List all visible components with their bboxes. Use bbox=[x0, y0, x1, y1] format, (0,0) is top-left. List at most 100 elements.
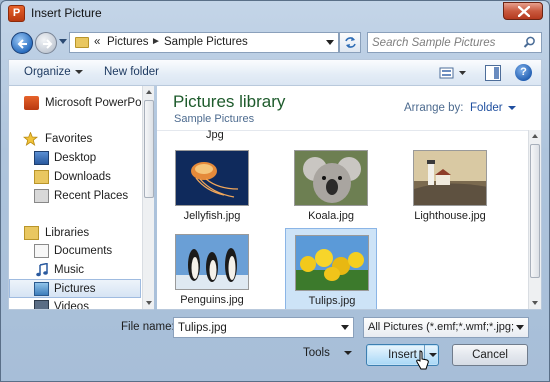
file-tile-lighthouse[interactable]: Lighthouse.jpg bbox=[404, 144, 496, 230]
nav-item-label: Downloads bbox=[54, 171, 111, 183]
scrollbar-thumb[interactable] bbox=[144, 100, 154, 198]
nav-item-videos[interactable]: Videos bbox=[9, 298, 141, 310]
new-folder-button[interactable]: New folder bbox=[104, 66, 159, 78]
nav-item-pictures[interactable]: Pictures bbox=[9, 279, 141, 298]
refresh-button[interactable] bbox=[339, 32, 361, 53]
nav-item-recent-places[interactable]: Recent Places bbox=[9, 187, 141, 206]
nav-item-documents[interactable]: Documents bbox=[9, 242, 141, 261]
koala-thumbnail bbox=[294, 150, 368, 206]
chevron-down-icon bbox=[516, 325, 524, 330]
file-name-label: File name: bbox=[121, 321, 175, 333]
documents-icon bbox=[34, 244, 49, 258]
nav-item-label: Documents bbox=[54, 245, 113, 257]
penguins-thumbnail bbox=[175, 234, 249, 290]
file-name: Lighthouse.jpg bbox=[414, 210, 486, 222]
file-name: Penguins.jpg bbox=[180, 294, 244, 306]
nav-pane-scrollbar[interactable] bbox=[142, 86, 154, 309]
nav-item-label: Favorites bbox=[45, 133, 93, 145]
partially-hidden-file-label[interactable]: Jpg bbox=[206, 129, 224, 141]
desktop-icon bbox=[34, 151, 49, 165]
file-name: Koala.jpg bbox=[308, 210, 354, 222]
nav-item-label: Pictures bbox=[54, 283, 96, 295]
file-name-input[interactable] bbox=[178, 321, 328, 335]
forward-arrow-icon bbox=[43, 39, 53, 49]
navigation-pane: Microsoft PowerPoin Favorites Desktop Do… bbox=[8, 86, 154, 310]
breadcrumb-overflow[interactable]: « bbox=[94, 36, 100, 48]
address-dropdown-icon[interactable] bbox=[326, 40, 334, 46]
pictures-icon bbox=[34, 282, 49, 296]
forward-button[interactable] bbox=[35, 32, 57, 54]
search-icon[interactable] bbox=[523, 36, 536, 49]
library-title: Pictures library bbox=[173, 92, 286, 111]
title-bar[interactable]: P Insert Picture bbox=[1, 1, 549, 27]
arrange-by-value: Folder bbox=[470, 102, 503, 114]
tulips-thumbnail bbox=[295, 235, 369, 291]
videos-icon bbox=[34, 300, 49, 309]
change-view-button[interactable] bbox=[439, 65, 469, 81]
downloads-folder-icon bbox=[34, 170, 49, 184]
arrange-by-label: Arrange by: bbox=[404, 102, 464, 114]
nav-item-desktop[interactable]: Desktop bbox=[9, 149, 141, 168]
powerpoint-icon bbox=[24, 96, 39, 110]
file-type-filter-value: All Pictures (*.emf;*.wmf;*.jpg;* bbox=[368, 321, 514, 333]
breadcrumb-sample-pictures[interactable]: Sample Pictures bbox=[164, 36, 248, 48]
chevron-down-icon bbox=[507, 105, 516, 110]
refresh-icon bbox=[345, 37, 356, 48]
nav-item-label: Recent Places bbox=[54, 190, 129, 202]
jellyfish-thumbnail bbox=[175, 150, 249, 206]
command-toolbar: Organize New folder ? bbox=[8, 59, 542, 86]
close-button[interactable] bbox=[503, 2, 543, 20]
file-name-combobox[interactable] bbox=[173, 317, 354, 338]
breadcrumb-separator-icon[interactable]: ► bbox=[151, 36, 161, 47]
file-list-scrollbar[interactable] bbox=[528, 130, 541, 309]
powerpoint-app-icon: P bbox=[8, 5, 25, 22]
chevron-down-icon bbox=[74, 69, 83, 74]
scroll-up-icon[interactable] bbox=[532, 134, 538, 138]
file-type-filter-dropdown[interactable]: All Pictures (*.emf;*.wmf;*.jpg;* bbox=[363, 317, 529, 338]
insert-picture-dialog: P Insert Picture « Pictures ► Sample Pic… bbox=[0, 0, 550, 382]
nav-item-label: Music bbox=[54, 264, 85, 276]
scroll-down-icon[interactable] bbox=[532, 301, 538, 305]
nav-item-favorites[interactable]: Favorites bbox=[9, 130, 141, 149]
arrange-by-dropdown[interactable]: Folder bbox=[470, 102, 516, 114]
file-tile-jellyfish[interactable]: Jellyfish.jpg bbox=[166, 144, 258, 230]
view-options-icon bbox=[439, 67, 466, 79]
scroll-down-icon[interactable] bbox=[146, 301, 152, 305]
preview-pane-button[interactable] bbox=[485, 65, 501, 81]
file-list-pane: Pictures library Sample Pictures Arrange… bbox=[157, 86, 542, 310]
nav-item-downloads[interactable]: Downloads bbox=[9, 168, 141, 187]
recent-pages-dropdown-icon[interactable] bbox=[59, 39, 67, 45]
libraries-icon bbox=[24, 226, 39, 240]
tools-button[interactable]: Tools bbox=[303, 347, 352, 359]
address-bar[interactable]: « Pictures ► Sample Pictures bbox=[69, 32, 339, 53]
folder-icon bbox=[75, 37, 89, 48]
file-name: Tulips.jpg bbox=[308, 295, 356, 307]
file-tile-koala[interactable]: Koala.jpg bbox=[285, 144, 377, 230]
organize-button[interactable]: Organize bbox=[24, 66, 83, 78]
chevron-down-icon bbox=[343, 350, 352, 355]
back-button[interactable] bbox=[11, 32, 33, 54]
lighthouse-thumbnail bbox=[413, 150, 487, 206]
scroll-up-icon[interactable] bbox=[146, 90, 152, 94]
file-tile-penguins[interactable]: Penguins.jpg bbox=[166, 228, 258, 309]
nav-item-label: Videos bbox=[54, 301, 89, 310]
cancel-button[interactable]: Cancel bbox=[452, 344, 528, 366]
tools-label: Tools bbox=[303, 347, 330, 359]
file-tile-tulips[interactable]: Tulips.jpg bbox=[285, 228, 377, 309]
search-input[interactable] bbox=[372, 35, 522, 50]
nav-item-libraries[interactable]: Libraries bbox=[9, 224, 141, 243]
scrollbar-thumb[interactable] bbox=[530, 144, 540, 278]
nav-item-microsoft-powerpoint[interactable]: Microsoft PowerPoin bbox=[9, 94, 150, 113]
star-icon bbox=[23, 132, 38, 146]
nav-item-label: Libraries bbox=[45, 227, 90, 239]
chevron-down-icon[interactable] bbox=[341, 325, 349, 330]
nav-item-label: Microsoft PowerPoin bbox=[45, 97, 151, 109]
mouse-cursor-icon bbox=[416, 350, 429, 370]
breadcrumb-pictures[interactable]: Pictures bbox=[107, 36, 149, 48]
nav-item-music[interactable]: Music bbox=[9, 261, 141, 280]
music-icon bbox=[36, 263, 48, 277]
library-subtitle[interactable]: Sample Pictures bbox=[174, 113, 254, 125]
search-box[interactable] bbox=[367, 32, 542, 53]
help-button[interactable]: ? bbox=[515, 64, 532, 81]
recent-places-icon bbox=[34, 189, 49, 203]
